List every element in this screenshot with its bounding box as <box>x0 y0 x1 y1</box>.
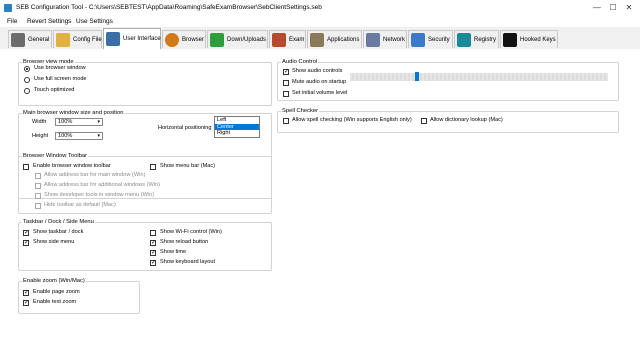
menu-file[interactable]: File <box>7 18 17 25</box>
checkbox-mute-audio[interactable] <box>283 80 289 86</box>
config-file-icon <box>56 32 70 47</box>
checkbox-address-additional[interactable] <box>35 183 41 189</box>
tab-network[interactable]: Network <box>363 30 407 48</box>
app-icon <box>4 4 12 12</box>
checkbox-label: Enable page zoom <box>33 289 80 295</box>
checkbox-label: Show developer tools in window menu (Win… <box>44 192 155 198</box>
checkbox-label: Show audio controls <box>292 68 343 74</box>
title-bar: SEB Configuration Tool - C:\Users\SEBTES… <box>0 0 640 16</box>
security-icon <box>411 32 425 47</box>
checkbox-dictionary-lookup[interactable] <box>421 118 427 124</box>
horizontal-positioning-label: Horizontal positioning <box>158 125 212 131</box>
group-title: Spell Checker <box>282 108 319 114</box>
checkbox-label: Enable browser window toolbar <box>33 163 111 169</box>
checkbox-initial-volume[interactable] <box>283 91 289 97</box>
general-icon <box>11 32 25 47</box>
radio-use-browser-window[interactable] <box>24 66 30 72</box>
tab-registry[interactable]: Registry <box>454 30 499 48</box>
checkbox-page-zoom[interactable]: ✓ <box>23 290 29 296</box>
width-label: Width <box>32 119 47 125</box>
radio-use-full-screen[interactable] <box>24 77 30 83</box>
checkbox-show-reload[interactable]: ✓ <box>150 240 156 246</box>
checkbox-show-side-menu[interactable]: ✓ <box>23 240 29 246</box>
checkbox-developer-tools[interactable] <box>35 193 41 199</box>
applications-icon <box>310 32 324 47</box>
network-icon <box>366 32 380 47</box>
close-button[interactable]: ✕ <box>622 2 636 14</box>
group-title: Browser Window Toolbar <box>23 153 88 159</box>
radio-label: Use full screen mode <box>34 76 87 82</box>
menu-bar: File Revert Settings Use Settings <box>0 16 640 27</box>
minimize-button[interactable]: — <box>590 2 604 14</box>
down-uploads-icon <box>210 32 224 47</box>
width-value: 100% <box>58 119 73 125</box>
checkbox-label: Show Wi-Fi control (Win) <box>160 229 222 235</box>
checkbox-label: Allow spell checking (Win supports Engli… <box>292 117 412 123</box>
checkbox-text-zoom[interactable]: ✓ <box>23 300 29 306</box>
group-taskbar: Taskbar / Dock / Side Menu <box>18 219 272 271</box>
group-title: Audio Control <box>282 59 318 65</box>
checkbox-show-audio[interactable]: ✓ <box>283 69 289 75</box>
checkbox-hide-toolbar[interactable] <box>35 203 41 209</box>
tab-down-uploads[interactable]: Down/Uploads <box>207 30 268 48</box>
tab-general[interactable]: General <box>8 30 52 48</box>
group-title: Enable zoom (Win/Mac) <box>23 278 85 284</box>
tab-browser[interactable]: Browser <box>162 30 206 48</box>
checkbox-label: Show keyboard layout <box>160 259 216 265</box>
exam-icon <box>272 32 286 47</box>
window-title: SEB Configuration Tool - C:\Users\SEBTES… <box>16 4 322 11</box>
tab-exam[interactable]: Exam <box>269 30 306 48</box>
group-title: Taskbar / Dock / Side Menu <box>23 219 94 225</box>
checkbox-show-taskbar[interactable]: ✓ <box>23 230 29 236</box>
checkbox-show-time[interactable]: ✓ <box>150 250 156 256</box>
height-select[interactable]: 100% ▾ <box>55 132 103 140</box>
checkbox-allow-spell-checking[interactable] <box>283 118 289 124</box>
radio-label: Use browser window <box>34 65 86 71</box>
checkbox-label: Allow dictionary lookup (Mac) <box>430 117 503 123</box>
tab-hooked-keys[interactable]: Hooked Keys <box>500 30 558 48</box>
hooked-keys-icon <box>503 32 517 47</box>
height-value: 100% <box>58 133 73 139</box>
checkbox-label: Mute audio on startup <box>292 79 347 85</box>
checkbox-show-keyboard-layout[interactable]: ✓ <box>150 260 156 266</box>
radio-touch-optimized[interactable] <box>24 88 30 94</box>
user-interface-icon <box>106 32 120 46</box>
checkbox-label: Set initial volume level <box>292 90 348 96</box>
maximize-button[interactable]: ☐ <box>606 2 620 14</box>
checkbox-show-wifi[interactable] <box>150 230 156 236</box>
horizontal-positioning-list[interactable]: Left Center Right <box>214 116 260 138</box>
tab-strip: General Config File User Interface Brows… <box>0 27 640 50</box>
checkbox-label: Enable text zoom <box>33 299 77 305</box>
menu-revert-settings[interactable]: Revert Settings <box>27 18 71 25</box>
checkbox-enable-toolbar[interactable] <box>23 164 29 170</box>
list-item[interactable]: Right <box>215 130 259 137</box>
checkbox-label: Show reload button <box>160 239 209 245</box>
checkbox-label: Show menu bar (Mac) <box>160 163 216 169</box>
browser-globe-icon <box>165 32 179 47</box>
chevron-down-icon: ▾ <box>97 133 100 139</box>
volume-slider-thumb[interactable] <box>414 72 419 81</box>
chevron-down-icon: ▾ <box>97 119 100 125</box>
checkbox-label: Allow address bar for main window (Win) <box>44 172 146 178</box>
tab-security[interactable]: Security <box>408 30 453 48</box>
group-title: Main browser window size and position <box>23 110 124 116</box>
tab-config-file[interactable]: Config File <box>53 30 102 48</box>
checkbox-show-menu-bar[interactable] <box>150 164 156 170</box>
tab-user-interface[interactable]: User Interface <box>103 28 161 49</box>
volume-slider[interactable] <box>350 73 608 81</box>
checkbox-label: Show side menu <box>33 239 75 245</box>
checkbox-label: Hide toolbar as default (Mac) <box>44 202 116 208</box>
content-area: Browser view mode Use browser window Use… <box>0 49 640 360</box>
width-select[interactable]: 100% ▾ <box>55 118 103 126</box>
tab-applications[interactable]: Applications <box>307 30 362 48</box>
checkbox-label: Allow address bar for additional windows… <box>44 182 160 188</box>
menu-use-settings[interactable]: Use Settings <box>76 18 113 25</box>
checkbox-label: Show time <box>160 249 187 255</box>
registry-icon <box>457 32 471 47</box>
checkbox-address-main[interactable] <box>35 173 41 179</box>
group-enable-zoom: Enable zoom (Win/Mac) <box>18 278 140 314</box>
checkbox-label: Show taskbar / dock <box>33 229 84 235</box>
radio-label: Touch optimized <box>34 87 75 93</box>
height-label: Height <box>32 133 49 139</box>
